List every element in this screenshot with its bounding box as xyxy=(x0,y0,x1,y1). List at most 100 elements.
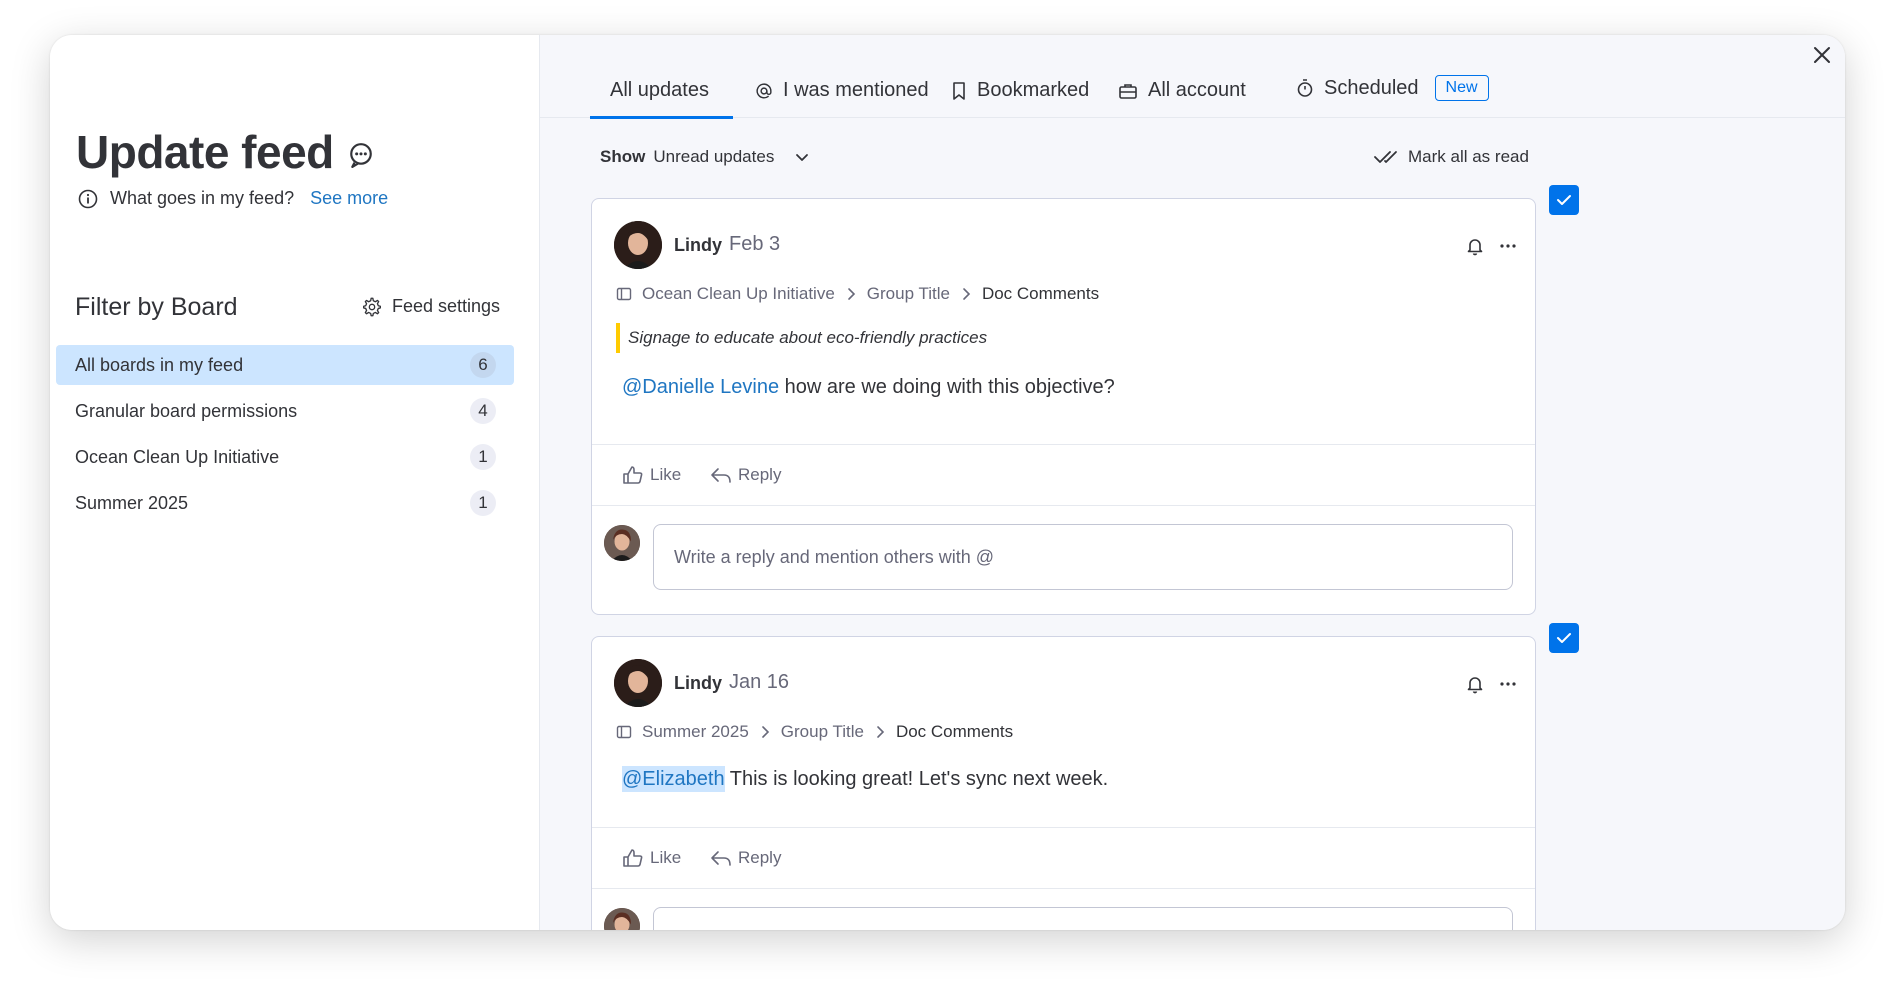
briefcase-icon xyxy=(1119,83,1137,99)
breadcrumb: Summer 2025 Group Title Doc Comments xyxy=(616,722,1013,742)
tab-all-updates[interactable]: All updates xyxy=(610,79,709,102)
show-label: Show xyxy=(600,147,646,166)
bell-icon[interactable] xyxy=(1464,673,1486,695)
chat-bubble-icon[interactable] xyxy=(348,142,374,168)
tab-label: Scheduled xyxy=(1324,76,1419,99)
post-author[interactable]: Lindy xyxy=(674,673,722,694)
page-title: Update feed xyxy=(76,126,334,178)
avatar-image xyxy=(614,659,662,707)
mention-link[interactable]: @Danielle Levine xyxy=(622,376,779,398)
breadcrumb-item[interactable]: Doc Comments xyxy=(896,722,1013,742)
tab-scheduled[interactable]: Scheduled New xyxy=(1296,75,1489,101)
current-user-avatar xyxy=(604,525,640,561)
bell-icon[interactable] xyxy=(1464,235,1486,257)
board-filter-item-granular[interactable]: Granular board permissions 4 xyxy=(56,391,514,431)
board-filter-label: All boards in my feed xyxy=(75,354,244,375)
show-value: Unread updates xyxy=(653,147,775,166)
reply-input[interactable] xyxy=(653,907,1513,930)
avatar[interactable] xyxy=(614,659,662,707)
chevron-right-icon xyxy=(847,288,855,300)
breadcrumb-board[interactable]: Summer 2025 xyxy=(642,722,749,742)
info-text: What goes in my feed? xyxy=(110,188,295,208)
tab-label: All updates xyxy=(610,79,709,101)
new-badge: New xyxy=(1434,75,1489,101)
show-filter-dropdown[interactable]: Show Unread updates xyxy=(600,147,810,167)
current-user-avatar xyxy=(604,908,640,930)
breadcrumb-group[interactable]: Group Title xyxy=(867,284,950,304)
thumbs-up-icon xyxy=(623,466,643,484)
divider xyxy=(592,505,1535,506)
post-author[interactable]: Lindy xyxy=(674,235,722,256)
feed-tabs: All updates I was mentioned Bookmarked A… xyxy=(540,35,1845,119)
feed-info-row: What goes in my feed? See more xyxy=(78,188,388,209)
post-body: @Elizabeth This is looking great! Let's … xyxy=(622,766,1109,792)
like-button[interactable]: Like xyxy=(622,848,681,868)
feed-panel: All updates I was mentioned Bookmarked A… xyxy=(540,35,1845,930)
tab-bookmarked[interactable]: Bookmarked xyxy=(951,79,1089,102)
board-icon xyxy=(616,725,632,739)
board-count-badge: 6 xyxy=(470,352,496,378)
divider xyxy=(592,888,1535,889)
see-more-link[interactable]: See more xyxy=(310,188,388,209)
like-label: Like xyxy=(650,465,682,484)
reply-input[interactable]: Write a reply and mention others with @ xyxy=(653,524,1513,590)
reply-label: Reply xyxy=(738,465,782,484)
like-button[interactable]: Like xyxy=(622,465,681,485)
breadcrumb-item[interactable]: Doc Comments xyxy=(982,284,1099,304)
chevron-right-icon xyxy=(963,288,971,300)
breadcrumb-group[interactable]: Group Title xyxy=(781,722,864,742)
avatar-image xyxy=(604,525,640,561)
divider xyxy=(592,827,1535,828)
avatar-image xyxy=(614,221,662,269)
chevron-down-icon xyxy=(796,154,809,161)
chevron-right-icon xyxy=(761,726,769,738)
post-select-checkbox[interactable] xyxy=(1549,623,1579,653)
more-options-icon[interactable] xyxy=(1497,673,1519,695)
board-filter-item-summer[interactable]: Summer 2025 1 xyxy=(56,483,514,523)
reply-button[interactable]: Reply xyxy=(710,848,781,868)
filter-by-board-heading: Filter by Board xyxy=(75,293,238,321)
like-label: Like xyxy=(650,848,682,867)
thumbs-up-icon xyxy=(623,849,643,867)
post-text: how are we doing with this objective? xyxy=(779,376,1115,398)
post-text: This is looking great! Let's sync next w… xyxy=(724,768,1109,790)
board-filter-item-ocean[interactable]: Ocean Clean Up Initiative 1 xyxy=(56,437,514,477)
post-select-checkbox[interactable] xyxy=(1549,185,1579,215)
stopwatch-icon xyxy=(1297,79,1313,97)
double-check-icon xyxy=(1374,151,1397,163)
tab-label: All account xyxy=(1148,79,1246,101)
post-date: Jan 16 xyxy=(729,671,790,693)
reply-button[interactable]: Reply xyxy=(710,465,781,485)
update-feed-modal: Update feed What goes in my feed? See mo… xyxy=(50,35,1845,930)
breadcrumb-board[interactable]: Ocean Clean Up Initiative xyxy=(642,284,835,304)
reply-label: Reply xyxy=(738,848,782,867)
post-body: @Danielle Levine how are we doing with t… xyxy=(622,376,1115,399)
board-filter-list: All boards in my feed 6 Granular board p… xyxy=(56,345,514,529)
avatar-image xyxy=(604,908,640,930)
update-card: Lindy Jan 16 Summer 2025 Group Title Doc… xyxy=(591,636,1536,930)
board-count-badge: 4 xyxy=(470,398,496,424)
board-filter-item-all[interactable]: All boards in my feed 6 xyxy=(56,345,514,385)
mark-all-read-button[interactable]: Mark all as read xyxy=(1374,147,1529,167)
more-options-icon[interactable] xyxy=(1497,235,1519,257)
tab-mentioned[interactable]: I was mentioned xyxy=(755,79,929,102)
gear-icon xyxy=(363,297,382,316)
mention-link[interactable]: @Elizabeth xyxy=(622,766,725,792)
bookmark-icon xyxy=(953,81,965,100)
quoted-text: Signage to educate about eco-friendly pr… xyxy=(616,323,987,353)
close-icon[interactable] xyxy=(1811,44,1833,66)
reply-icon xyxy=(711,851,731,866)
board-count-badge: 1 xyxy=(470,490,496,516)
board-icon xyxy=(616,287,632,301)
tab-label: I was mentioned xyxy=(783,79,929,101)
update-card: Lindy Feb 3 Ocean Clean Up Initiative Gr… xyxy=(591,198,1536,615)
board-filter-label: Granular board permissions xyxy=(75,400,298,421)
tab-all-account[interactable]: All account xyxy=(1118,79,1246,102)
info-icon xyxy=(78,189,98,208)
reply-icon xyxy=(711,468,731,483)
avatar[interactable] xyxy=(614,221,662,269)
board-count-badge: 1 xyxy=(470,444,496,470)
feed-settings-button[interactable]: Feed settings xyxy=(362,296,500,317)
board-filter-label: Ocean Clean Up Initiative xyxy=(75,446,280,467)
checkmark-icon xyxy=(1557,195,1571,205)
